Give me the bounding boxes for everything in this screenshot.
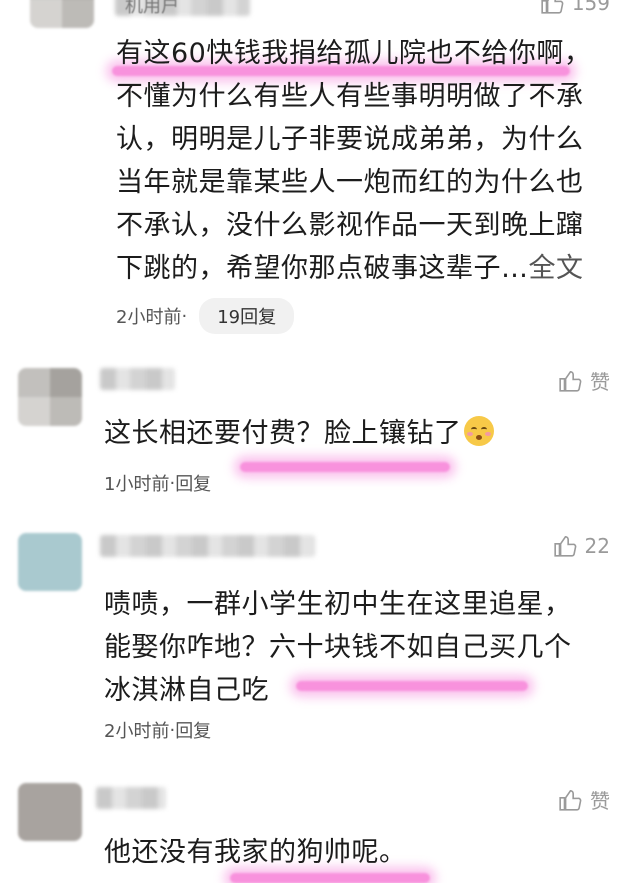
comment-line: 啧啧，一群小学生初中生在这里追星， — [104, 589, 572, 620]
like-button[interactable]: 赞 — [558, 785, 610, 814]
like-label: 赞 — [590, 370, 610, 394]
comment-line-last: 下跳的，希望你那点破事这辈子…全文 — [116, 247, 591, 290]
comment-text: 啧啧，一群小学生初中生在这里追星， 能娶你咋地？六十块钱不如自己买几个 冰淇淋自… — [104, 583, 572, 712]
comment-2: 赞 这长相还要付费？脸上镶钻了 1小时前 · 回复 — [0, 340, 640, 515]
timestamp: 1小时前 — [104, 474, 170, 495]
comment-line: 当年就是靠某些人一炮而红的为什么也 — [116, 167, 584, 198]
like-button[interactable]: 赞 — [558, 366, 610, 395]
thumbs-up-icon — [553, 535, 576, 557]
comment-line: 冰淇淋自己吃 — [104, 675, 269, 706]
username[interactable]: 机用户 — [125, 0, 179, 18]
comment-line: 不懂为什么有些人有些事明明做了不承 — [116, 81, 584, 112]
comment-3: 22 啧啧，一群小学生初中生在这里追星， 能娶你咋地？六十块钱不如自己买几个 冰… — [0, 515, 640, 765]
thumbs-up-icon — [559, 370, 582, 392]
avatar[interactable] — [30, 0, 94, 28]
comment-line-text: 这长相还要付费？脸上镶钻了 — [104, 418, 462, 449]
comment-line: 认，明明是儿子非要说成弟弟，为什么 — [116, 124, 584, 155]
comment-text: 这长相还要付费？脸上镶钻了 — [104, 412, 494, 455]
avatar[interactable] — [18, 368, 82, 426]
avatar[interactable] — [18, 533, 82, 591]
comment-line: 能娶你咋地？六十块钱不如自己买几个 — [104, 632, 572, 663]
full-text-link[interactable]: 全文 — [529, 253, 584, 284]
thumbs-up-icon — [541, 0, 564, 14]
comment-line: 有这60快钱我捐给孤儿院也不给你啊， — [116, 38, 592, 69]
like-label: 赞 — [590, 789, 610, 813]
reply-button[interactable]: 回复 — [175, 717, 211, 743]
like-button[interactable]: 159 — [540, 0, 610, 16]
timestamp: 2小时前 — [104, 721, 170, 742]
username-blurred[interactable] — [96, 787, 166, 809]
comment-4: 赞 他还没有我家的狗帅呢。 — [0, 765, 640, 883]
comment-line: 不承认，没什么影视作品一天到晚上蹿 — [116, 210, 584, 241]
highlight-mark — [240, 462, 450, 472]
reply-button[interactable]: 回复 — [175, 470, 211, 496]
comment-meta: 2小时前 · 回复 — [104, 717, 211, 743]
comment-line: 他还没有我家的狗帅呢。 — [104, 837, 407, 868]
username-blurred[interactable] — [100, 368, 175, 390]
comment-1: 机用户 159 有这60快钱我捐给孤儿院也不给你啊， 不懂为什么有些人有些事明明… — [0, 0, 640, 340]
meta-separator: · — [181, 305, 188, 327]
like-count: 159 — [571, 0, 610, 15]
comment-meta: 1小时前 · 回复 — [104, 470, 211, 496]
comment-meta: 2小时前 · 19回复 — [116, 298, 295, 334]
comment-line: 这长相还要付费？脸上镶钻了 — [104, 412, 494, 455]
thumbs-up-icon — [559, 789, 582, 811]
timestamp: 2小时前 — [116, 307, 182, 328]
comment-text: 有这60快钱我捐给孤儿院也不给你啊， 不懂为什么有些人有些事明明做了不承 认，明… — [116, 32, 591, 290]
like-count: 22 — [584, 534, 610, 558]
comment-line: 下跳的，希望你那点破事这辈子… — [116, 253, 529, 284]
pleading-face-emoji — [463, 416, 494, 446]
replies-button[interactable]: 19回复 — [199, 298, 295, 334]
comment-text: 他还没有我家的狗帅呢。 — [104, 831, 407, 874]
username-blurred[interactable] — [100, 535, 315, 557]
avatar[interactable] — [18, 783, 82, 841]
like-button[interactable]: 22 — [553, 533, 610, 559]
